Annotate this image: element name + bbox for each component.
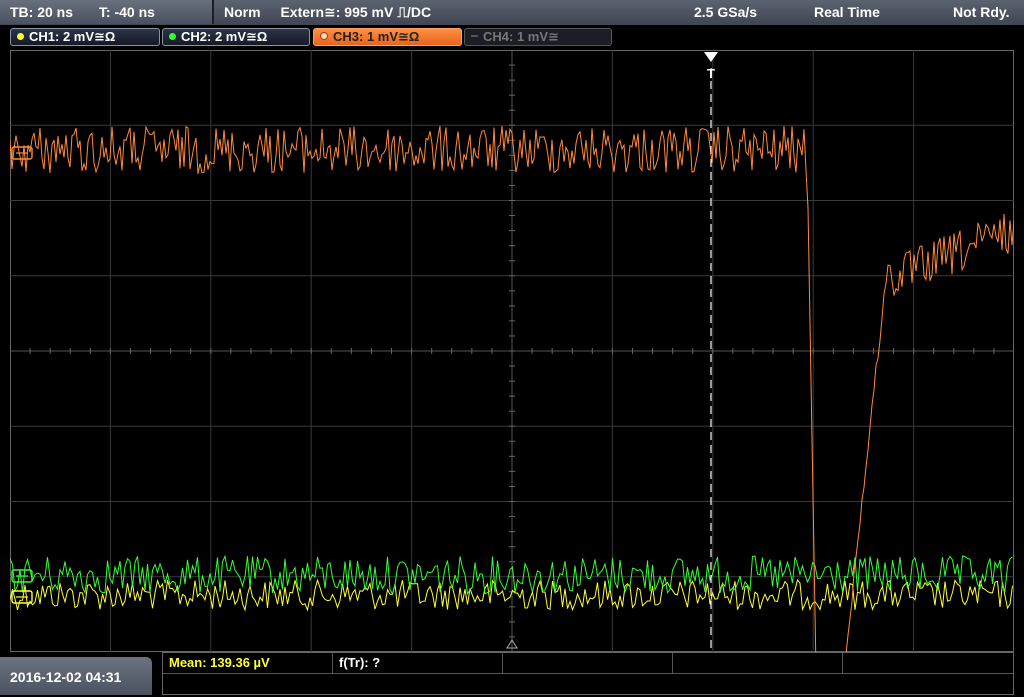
trigger-position-icon <box>704 52 718 62</box>
waveform-plot[interactable]: T <box>10 50 1014 652</box>
trigger-mode: Norm <box>224 4 261 20</box>
channel-tab-ch2[interactable]: CH2: 2 mV≅Ω <box>162 28 310 46</box>
measurement-slot-4[interactable] <box>673 653 843 674</box>
measurement-row-2 <box>163 674 1013 694</box>
acquisition-state: Not Rdy. <box>953 4 1010 20</box>
sample-rate[interactable]: 2.5 GSa/s <box>694 0 757 24</box>
trigger-marker-label: T <box>707 66 715 81</box>
ch4-color-dot <box>471 35 478 37</box>
footer-bar: 2016-12-02 04:31 Mean: 139.36 µV f(Tr): … <box>0 652 1024 695</box>
measurement-slot-5[interactable] <box>843 653 1013 674</box>
datetime: 2016-12-02 04:31 <box>0 657 152 695</box>
measurement-mean[interactable]: Mean: 139.36 µV <box>163 653 333 674</box>
channel-tabs: CH1: 2 mV≅Ω CH2: 2 mV≅Ω CH3: 1 mV≅Ω CH4:… <box>0 25 1024 49</box>
ch3-color-dot <box>320 32 328 40</box>
ch1-color-dot <box>17 33 24 40</box>
measurement-freq[interactable]: f(Tr): ? <box>333 653 503 674</box>
timebase-box[interactable]: TB: 20 ns T: -40 ns <box>0 0 214 24</box>
ch1-label: CH1: 2 mV≅Ω <box>29 29 116 44</box>
ch2-label: CH2: 2 mV≅Ω <box>181 29 268 44</box>
measurement-slot-3[interactable] <box>503 653 673 674</box>
channel-tab-ch4[interactable]: CH4: 1 mV≅ <box>464 28 612 46</box>
trigger-offset-value: T: -40 ns <box>98 4 155 20</box>
ch1-trace <box>10 578 1013 612</box>
ch3-label: CH3: 1 mV≅Ω <box>333 29 420 44</box>
channel-tab-ch3[interactable]: CH3: 1 mV≅Ω <box>313 28 462 46</box>
trigger-source: Extern≅: 995 mV ⎍/DC <box>280 4 432 20</box>
status-bar: TB: 20 ns T: -40 ns Norm Extern≅: 995 mV… <box>0 0 1024 26</box>
channel-tab-ch1[interactable]: CH1: 2 mV≅Ω <box>10 28 160 46</box>
measurement-table: Mean: 139.36 µV f(Tr): ? <box>162 652 1014 695</box>
graticule <box>10 50 1014 652</box>
ch2-color-dot <box>169 33 176 40</box>
timebase-value: TB: 20 ns <box>10 4 74 20</box>
ch4-label: CH4: 1 mV≅ <box>483 29 559 44</box>
acquisition-mode[interactable]: Real Time <box>814 0 880 24</box>
trigger-info[interactable]: Norm Extern≅: 995 mV ⎍/DC <box>224 0 447 24</box>
